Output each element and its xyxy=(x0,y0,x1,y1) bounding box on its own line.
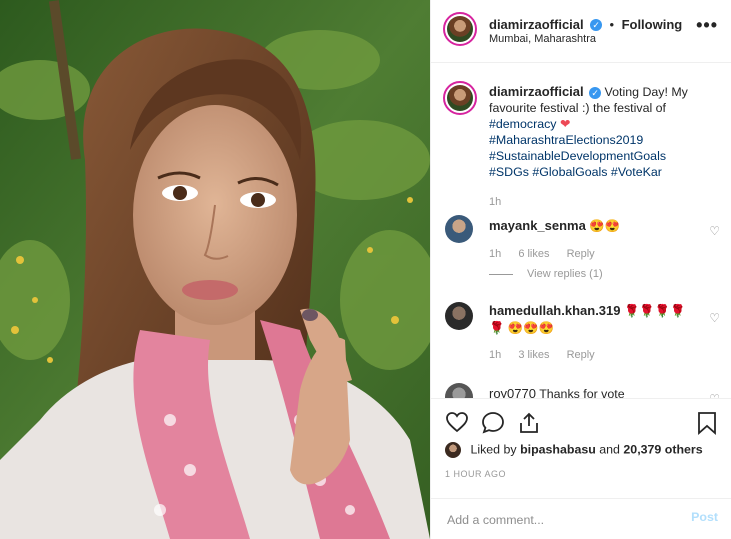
comment-bubble-icon[interactable] xyxy=(481,411,505,435)
comment-input[interactable] xyxy=(445,508,679,532)
hashtag-link[interactable]: #MaharashtraElections2019 xyxy=(489,133,643,147)
verified-badge-icon: ✓ xyxy=(589,86,602,99)
like-comment-heart-icon[interactable]: ♡ xyxy=(709,224,720,238)
comment-body: Thanks for vote xyxy=(539,387,625,398)
comment-time: 1h xyxy=(489,248,502,260)
comment-meta: 1h 6 likes Reply xyxy=(489,248,609,260)
post-photo[interactable] xyxy=(0,0,430,539)
heart-emoji: ❤ xyxy=(559,117,571,131)
post-comment-button[interactable]: Post xyxy=(691,510,718,524)
bookmark-icon[interactable] xyxy=(697,411,717,435)
comment-time: 1h xyxy=(489,349,502,361)
post-detail-panel: diamirzaofficial ✓ • Following Mumbai, M… xyxy=(430,0,731,539)
author-line: diamirzaofficial ✓ • Following xyxy=(489,16,682,34)
commenter-avatar[interactable] xyxy=(445,383,473,398)
comment-likes[interactable]: 3 likes xyxy=(518,349,549,361)
selfie-image xyxy=(0,0,430,539)
comment-likes[interactable]: 6 likes xyxy=(518,248,549,260)
comments-section[interactable]: diamirzaofficial ✓ Voting Day! My favour… xyxy=(431,63,731,398)
liked-by-prefix: Liked by xyxy=(470,442,517,457)
comment-row: hamedullah.khan.319 🌹🌹🌹🌹🌹 😍😍😍 ♡ 1h 3 lik… xyxy=(445,302,720,372)
following-button[interactable]: Following xyxy=(622,17,683,32)
caption-avatar[interactable] xyxy=(443,81,477,115)
commenter-username[interactable]: hamedullah.khan.319 xyxy=(489,303,621,318)
liked-by-and: and xyxy=(599,442,620,457)
comment-text: roy0770 Thanks for vote xyxy=(489,385,694,398)
post-timestamp[interactable]: 1 HOUR AGO xyxy=(445,469,506,479)
author-username[interactable]: diamirzaofficial xyxy=(489,17,584,32)
reply-button[interactable]: Reply xyxy=(567,248,595,260)
commenter-avatar[interactable] xyxy=(445,302,473,330)
reply-button[interactable]: Reply xyxy=(567,349,595,361)
caption-username[interactable]: diamirzaofficial xyxy=(489,84,584,99)
comment-row: roy0770 Thanks for vote ♡ xyxy=(445,383,720,398)
caption: diamirzaofficial ✓ Voting Day! My favour… xyxy=(489,84,714,180)
share-icon[interactable] xyxy=(517,411,541,435)
separator-dot: • xyxy=(609,17,615,32)
comment-meta: 1h 3 likes Reply xyxy=(489,349,609,361)
liker-avatar[interactable] xyxy=(445,442,461,458)
comment-row: mayank_senma 😍😍 ♡ 1h 6 likes Reply View … xyxy=(445,215,720,285)
caption-time: 1h xyxy=(489,196,502,208)
action-bar: Liked by bipashabasu and 20,379 others 1… xyxy=(431,398,731,498)
comment-text: mayank_senma 😍😍 xyxy=(489,217,694,235)
hashtag-link[interactable]: #VoteKar xyxy=(611,165,662,179)
commenter-avatar[interactable] xyxy=(445,215,473,243)
commenter-username[interactable]: roy0770 xyxy=(489,386,536,398)
instagram-post-modal: diamirzaofficial ✓ • Following Mumbai, M… xyxy=(0,0,731,539)
view-replies-button[interactable]: View replies (1) xyxy=(489,268,603,280)
commenter-username[interactable]: mayank_senma xyxy=(489,218,586,233)
likes-count-link[interactable]: 20,379 others xyxy=(623,442,702,456)
hashtag-link[interactable]: #GlobalGoals xyxy=(532,165,607,179)
comment-text: hamedullah.khan.319 🌹🌹🌹🌹🌹 😍😍😍 xyxy=(489,302,694,337)
author-avatar[interactable] xyxy=(443,12,477,46)
more-options-icon[interactable]: ••• xyxy=(696,15,718,36)
post-header: diamirzaofficial ✓ • Following Mumbai, M… xyxy=(431,0,731,63)
liked-by-username[interactable]: bipashabasu xyxy=(520,442,596,456)
comment-body: 😍😍 xyxy=(589,219,621,233)
hashtag-link[interactable]: #SDGs xyxy=(489,165,529,179)
likes-summary: Liked by bipashabasu and 20,379 others xyxy=(445,442,703,458)
like-heart-icon[interactable] xyxy=(445,411,469,433)
add-comment-bar: Post xyxy=(431,498,731,539)
hashtag-link[interactable]: #SustainableDevelopmentGoals xyxy=(489,149,666,163)
verified-badge-icon: ✓ xyxy=(590,18,603,31)
location-link[interactable]: Mumbai, Maharashtra xyxy=(489,33,596,45)
hashtag-link[interactable]: #democracy xyxy=(489,117,557,131)
like-comment-heart-icon[interactable]: ♡ xyxy=(709,311,720,325)
